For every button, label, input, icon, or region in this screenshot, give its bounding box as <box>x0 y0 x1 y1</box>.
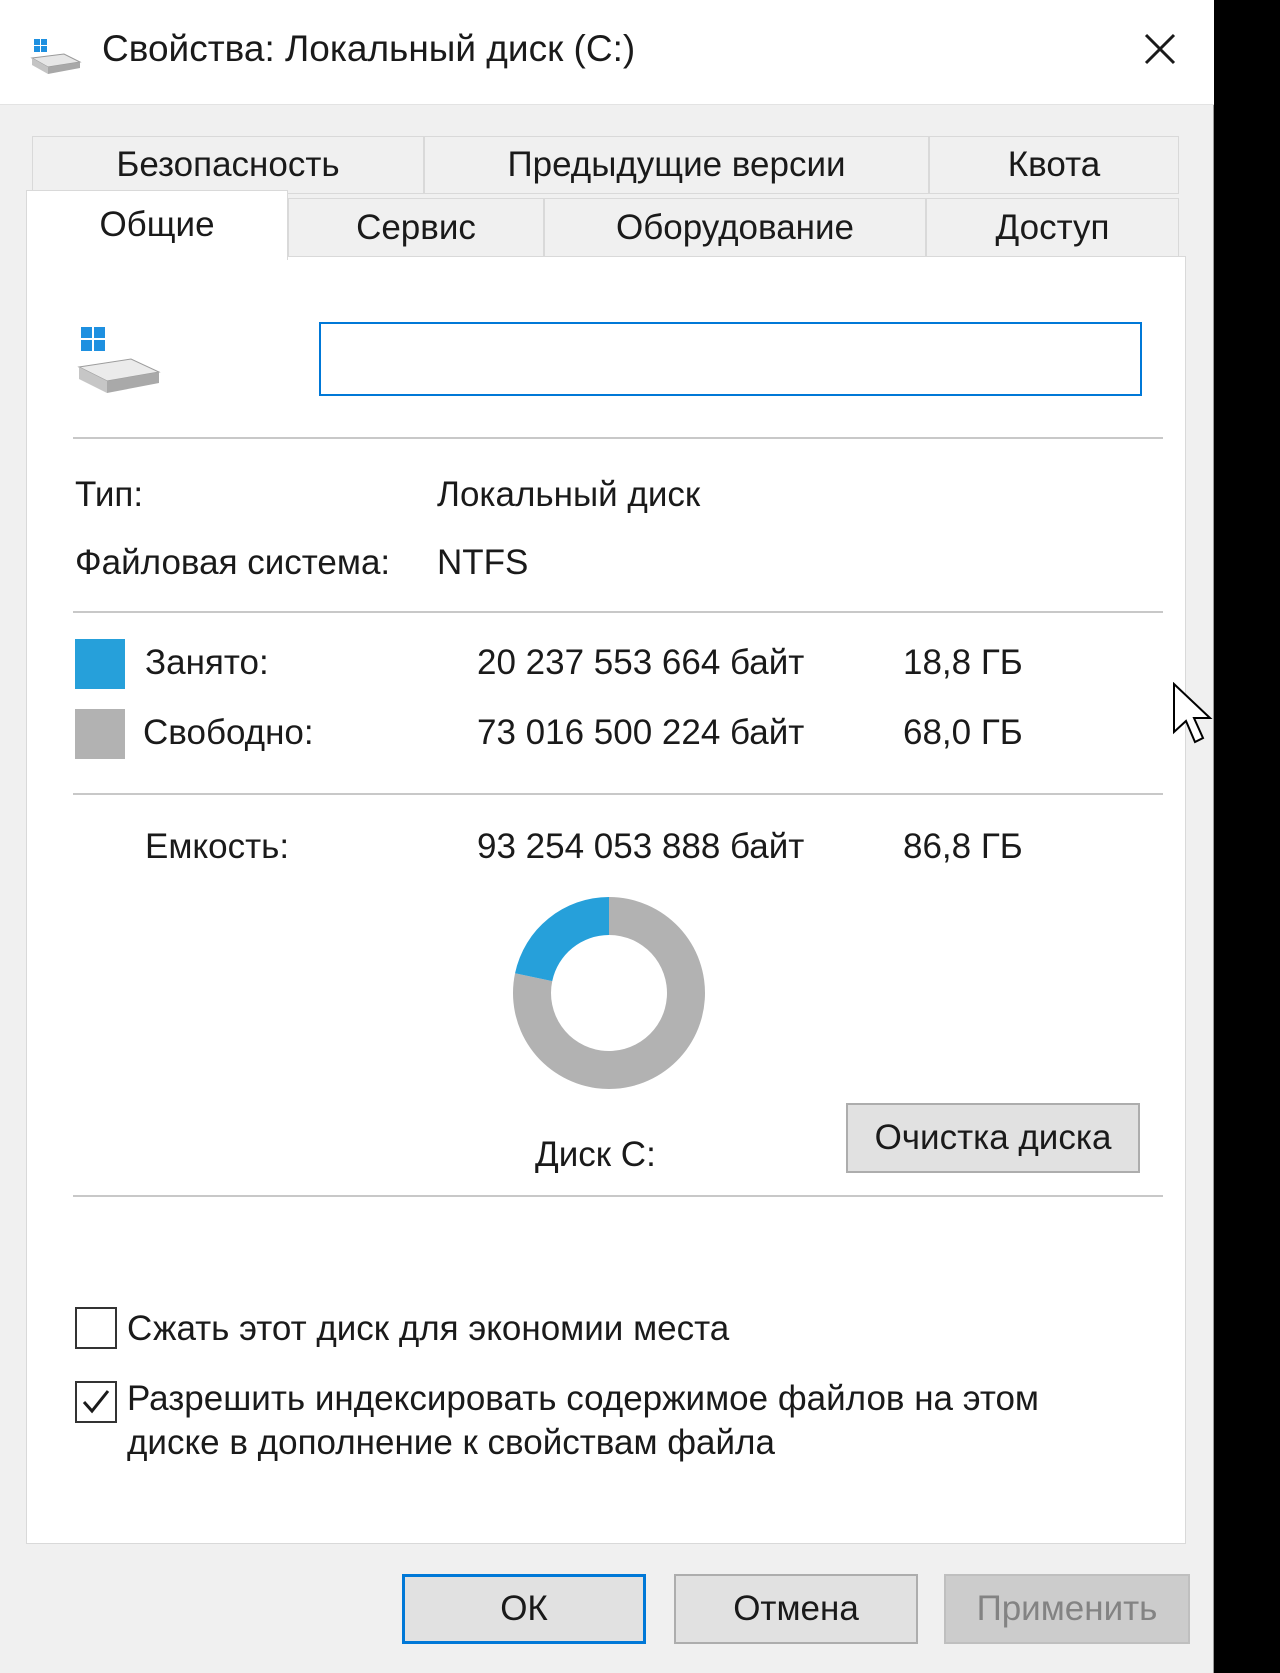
capacity-bytes: 93 254 053 888 байт <box>477 827 805 866</box>
filesystem-value: NTFS <box>437 543 529 582</box>
free-space-swatch <box>75 709 125 759</box>
drive-icon <box>30 39 82 74</box>
type-value: Локальный диск <box>437 475 701 514</box>
drive-icon <box>77 327 161 393</box>
used-space-gb: 18,8 ГБ <box>903 643 1023 682</box>
tab-sharing[interactable]: Доступ <box>926 198 1179 258</box>
free-space-label: Свободно: <box>143 713 314 752</box>
free-space-bytes: 73 016 500 224 байт <box>477 713 805 752</box>
used-space-arc <box>515 897 609 982</box>
used-space-swatch <box>75 639 125 689</box>
free-space-gb: 68,0 ГБ <box>903 713 1023 752</box>
disk-label: Диск C: <box>535 1135 656 1174</box>
tab-previous-versions[interactable]: Предыдущие версии <box>424 136 929 194</box>
window-title: Свойства: Локальный диск (C:) <box>102 28 636 69</box>
allow-indexing-label-line2: диске в дополнение к свойствам файла <box>127 1423 775 1462</box>
capacity-label: Емкость: <box>145 827 290 866</box>
apply-button[interactable]: Применить <box>944 1574 1190 1644</box>
drive-name-input[interactable] <box>319 322 1142 396</box>
checkmark-icon <box>82 1390 110 1414</box>
tab-tools[interactable]: Сервис <box>288 198 544 258</box>
divider <box>73 793 1163 795</box>
tab-quota[interactable]: Квота <box>929 136 1179 194</box>
tab-general[interactable]: Общие <box>26 190 288 260</box>
mouse-pointer-icon <box>1173 682 1213 744</box>
close-icon <box>1144 33 1176 65</box>
compress-drive-checkbox[interactable] <box>75 1307 117 1349</box>
divider <box>73 437 1163 439</box>
allow-indexing-checkbox[interactable] <box>75 1381 117 1423</box>
close-button[interactable] <box>1130 22 1190 78</box>
properties-window: Свойства: Локальный диск (C:) Безопаснос… <box>0 0 1214 1673</box>
allow-indexing-label-line1: Разрешить индексировать содержимое файло… <box>127 1379 1039 1418</box>
cancel-button[interactable]: Отмена <box>674 1574 918 1644</box>
divider <box>73 1195 1163 1197</box>
title-bar[interactable]: Свойства: Локальный диск (C:) <box>0 0 1214 105</box>
capacity-gb: 86,8 ГБ <box>903 827 1023 866</box>
divider <box>73 611 1163 613</box>
tab-security[interactable]: Безопасность <box>32 136 424 194</box>
ok-button[interactable]: ОК <box>402 1574 646 1644</box>
filesystem-label: Файловая система: <box>75 543 391 582</box>
used-space-bytes: 20 237 553 664 байт <box>477 643 805 682</box>
general-tab-panel: Тип: Локальный диск Файловая система: NT… <box>26 256 1186 1544</box>
disk-cleanup-button[interactable]: Очистка диска <box>846 1103 1140 1173</box>
compress-drive-label: Сжать этот диск для экономии места <box>127 1309 730 1348</box>
used-space-label: Занято: <box>145 643 269 682</box>
disk-usage-donut <box>513 897 705 1089</box>
tab-hardware[interactable]: Оборудование <box>544 198 926 258</box>
type-label: Тип: <box>75 475 144 514</box>
